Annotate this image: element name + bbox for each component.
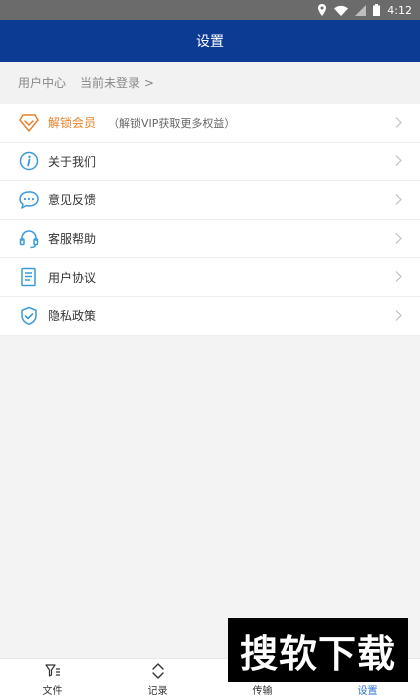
menu-item-feedback[interactable]: 意见反馈 <box>0 181 420 220</box>
watermark-text: 搜软下载 <box>239 631 396 676</box>
location-icon <box>317 4 327 16</box>
menu-item-subtitle: （解锁VIP获取更多权益） <box>108 116 236 130</box>
menu-item-label: 关于我们 <box>48 154 97 169</box>
menu-item-label: 意见反馈 <box>48 193 97 208</box>
login-status-link[interactable]: 当前未登录 > <box>80 74 154 91</box>
shield-check-icon <box>18 305 40 327</box>
menu-item-label: 客服帮助 <box>48 232 97 247</box>
menu-item-unlock-vip[interactable]: 解锁会员 （解锁VIP获取更多权益） <box>0 104 420 143</box>
menu-item-customer-help[interactable]: 客服帮助 <box>0 220 420 259</box>
tab-records[interactable]: 记录 <box>105 659 210 700</box>
menu-item-user-agreement[interactable]: 用户协议 <box>0 258 420 297</box>
document-icon <box>18 266 40 288</box>
menu-item-label: 隐私政策 <box>48 309 97 324</box>
chevron-right-icon <box>395 306 402 325</box>
headset-icon <box>18 228 40 250</box>
settings-menu: 解锁会员 （解锁VIP获取更多权益） 关于我们 意见反馈 客服帮助 用户协议 隐… <box>0 104 420 336</box>
sort-arrows-icon <box>151 662 165 680</box>
menu-item-label: 解锁会员 <box>48 116 97 131</box>
app-bar: 设置 <box>0 20 420 62</box>
chevron-right-icon <box>395 268 402 287</box>
chevron-right-icon <box>395 113 402 132</box>
menu-item-label: 用户协议 <box>48 270 97 285</box>
tab-label: 文件 <box>42 686 63 697</box>
menu-item-privacy-policy[interactable]: 隐私政策 <box>0 297 420 336</box>
tab-files[interactable]: 文件 <box>0 659 105 700</box>
status-time: 4:12 <box>387 3 412 17</box>
chat-icon <box>18 189 40 211</box>
wifi-icon <box>334 5 349 16</box>
battery-icon <box>373 4 381 16</box>
status-bar: 4:12 <box>0 0 420 20</box>
page-title: 设置 <box>196 34 224 50</box>
chevron-right-icon <box>395 152 402 171</box>
filter-icon <box>44 662 61 680</box>
user-center-row[interactable]: 用户中心 当前未登录 > <box>0 62 420 102</box>
chevron-right-icon <box>395 229 402 248</box>
chevron-right-icon <box>395 190 402 209</box>
signal-icon <box>355 4 367 16</box>
watermark-logo: 搜软下载 <box>228 618 408 682</box>
diamond-icon <box>18 112 40 134</box>
info-icon <box>18 150 40 172</box>
tab-label: 设置 <box>357 686 378 697</box>
tab-label: 记录 <box>147 686 168 697</box>
tab-label: 传输 <box>252 686 273 697</box>
user-center-label: 用户中心 <box>18 75 67 90</box>
menu-item-about-us[interactable]: 关于我们 <box>0 143 420 182</box>
